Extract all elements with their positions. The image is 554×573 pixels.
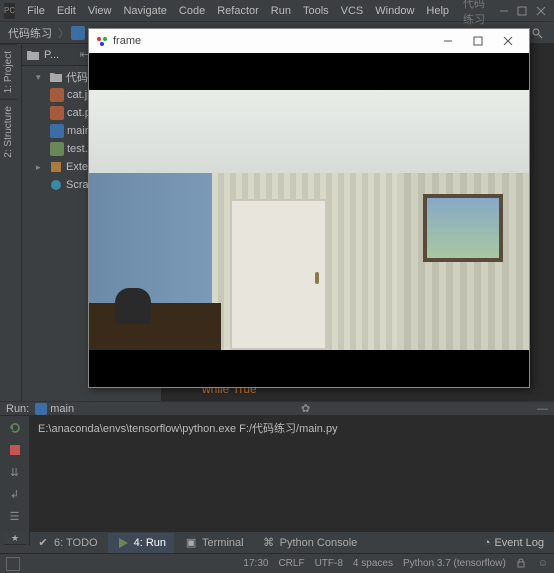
status-toggle-icon[interactable] xyxy=(6,557,20,571)
terminal-icon: ▣ xyxy=(184,536,198,550)
window-maximize-button[interactable] xyxy=(513,1,531,21)
menu-code[interactable]: Code xyxy=(173,5,211,17)
run-console[interactable]: E:\anaconda\envs\tensorflow\python.exe F… xyxy=(30,416,554,546)
breadcrumb-sep: 〉 xyxy=(56,25,71,41)
status-person-icon[interactable]: ☺ xyxy=(538,558,548,569)
folder-icon xyxy=(26,48,40,62)
window-minimize-button[interactable] xyxy=(495,1,513,21)
lock-icon[interactable] xyxy=(516,558,528,570)
console-line: E:\anaconda\envs\tensorflow\python.exe F… xyxy=(38,420,546,436)
tab-python-console-label: Python Console xyxy=(280,537,358,549)
cv-content xyxy=(89,53,529,387)
menu-vcs[interactable]: VCS xyxy=(335,5,370,17)
project-header-label: P... xyxy=(44,49,59,61)
todo-icon: ✔ xyxy=(36,536,50,550)
tab-todo[interactable]: ✔ 6: TODO xyxy=(28,533,106,553)
run-header: Run: main ✿ — xyxy=(0,402,554,416)
status-interpreter[interactable]: Python 3.7 (tensorflow) xyxy=(403,558,506,569)
window-close-button[interactable] xyxy=(532,1,550,21)
folder-icon xyxy=(49,70,63,84)
cv-maximize-button[interactable] xyxy=(463,31,493,51)
tab-project[interactable]: 1: Project xyxy=(0,44,17,99)
cv-minimize-button[interactable] xyxy=(433,31,463,51)
scratches-icon xyxy=(49,178,63,192)
left-gutter: 1: Project 2: Structure xyxy=(0,44,22,401)
menu-bar: PC File Edit View Navigate Code Refactor… xyxy=(0,0,554,22)
python-file-icon xyxy=(71,26,85,40)
play-icon xyxy=(116,536,130,550)
expand-arrow-icon[interactable]: ▸ xyxy=(36,162,46,173)
tab-run-label: 4: Run xyxy=(134,537,166,549)
run-hide-icon[interactable]: — xyxy=(537,403,548,415)
image-file-icon xyxy=(50,88,64,102)
stop-icon[interactable] xyxy=(7,442,23,458)
run-tool-window: Run: main ✿ — ⇊ ↲ ☰ 🗑 E:\anaconda\envs\t… xyxy=(0,401,554,531)
expand-arrow-icon[interactable]: ▾ xyxy=(36,72,46,83)
run-gutter: ⇊ ↲ ☰ 🗑 xyxy=(0,416,30,546)
run-config-name: main xyxy=(50,403,74,415)
opencv-icon xyxy=(95,34,109,48)
status-indent[interactable]: 4 spaces xyxy=(353,558,393,569)
tab-todo-label: 6: TODO xyxy=(54,537,98,549)
python-console-icon: ⌘ xyxy=(262,536,276,550)
cv-close-button[interactable] xyxy=(493,31,523,51)
menu-tools[interactable]: Tools xyxy=(297,5,335,17)
tab-python-console[interactable]: ⌘ Python Console xyxy=(254,533,366,553)
rerun-icon[interactable] xyxy=(7,420,23,436)
library-icon xyxy=(49,160,63,174)
run-config[interactable]: main xyxy=(35,403,74,415)
menu-file[interactable]: File xyxy=(21,5,51,17)
cv-titlebar[interactable]: frame xyxy=(89,29,529,53)
breadcrumb-root[interactable]: 代码练习 xyxy=(4,25,56,41)
gear-icon[interactable]: ✿ xyxy=(301,402,310,415)
event-log[interactable]: ◔ Event Log xyxy=(484,537,550,549)
tab-terminal[interactable]: ▣ Terminal xyxy=(176,533,252,553)
menu-navigate[interactable]: Navigate xyxy=(117,5,172,17)
menu-run[interactable]: Run xyxy=(265,5,297,17)
menu-help[interactable]: Help xyxy=(420,5,455,17)
opencv-frame-window[interactable]: frame xyxy=(88,28,530,388)
search-icon[interactable] xyxy=(528,24,546,42)
python-file-icon xyxy=(50,124,64,138)
cv-title-text: frame xyxy=(113,35,141,47)
image-file-icon xyxy=(50,106,64,120)
down-icon[interactable]: ⇊ xyxy=(7,464,23,480)
menu-refactor[interactable]: Refactor xyxy=(211,5,265,17)
status-caret-pos[interactable]: 17:30 xyxy=(243,558,268,569)
run-label: Run: xyxy=(6,403,29,415)
menu-window[interactable]: Window xyxy=(369,5,420,17)
menu-view[interactable]: View xyxy=(82,5,118,17)
status-encoding[interactable]: UTF-8 xyxy=(315,558,343,569)
tab-favorites[interactable]: ★ xyxy=(4,533,26,545)
status-line-sep[interactable]: CRLF xyxy=(278,558,304,569)
tab-run[interactable]: 4: Run xyxy=(108,533,174,553)
menu-edit[interactable]: Edit xyxy=(51,5,82,17)
tab-terminal-label: Terminal xyxy=(202,537,244,549)
python-file-icon xyxy=(35,403,47,415)
status-bar: 17:30 CRLF UTF-8 4 spaces Python 3.7 (te… xyxy=(0,553,554,573)
soft-wrap-icon[interactable]: ↲ xyxy=(7,486,23,502)
event-log-icon: ◔ xyxy=(484,537,491,549)
app-icon: PC xyxy=(4,3,15,19)
print-icon[interactable]: ☰ xyxy=(7,508,23,524)
video-file-icon xyxy=(50,142,64,156)
tab-structure[interactable]: 2: Structure xyxy=(0,99,17,164)
event-log-label: Event Log xyxy=(494,537,544,549)
camera-frame-image xyxy=(89,90,529,351)
